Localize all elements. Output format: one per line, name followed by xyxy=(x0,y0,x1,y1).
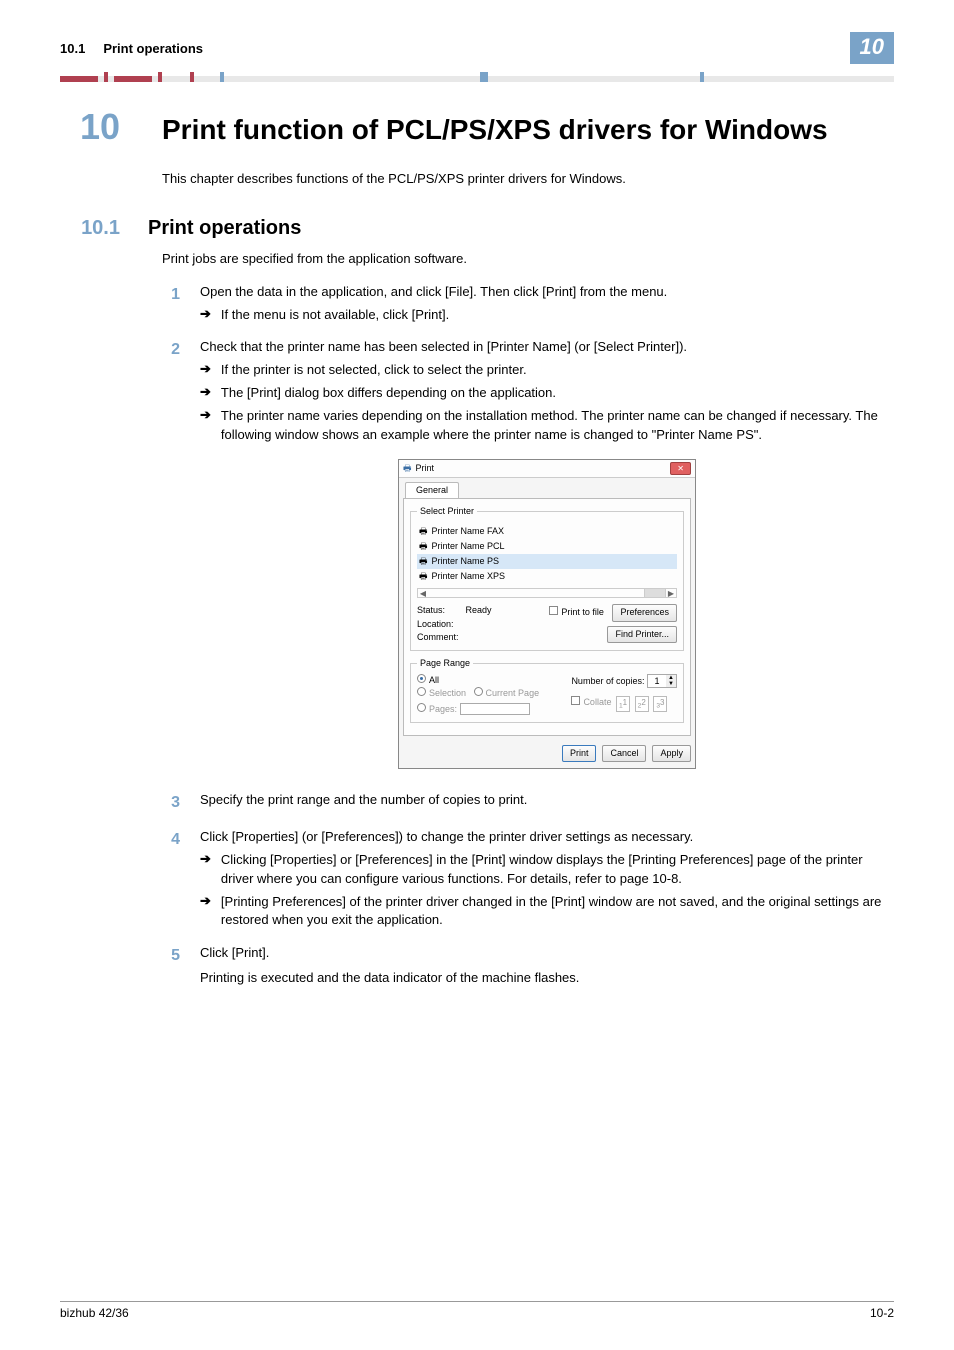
find-printer-button[interactable]: Find Printer... xyxy=(607,626,677,643)
page-range-legend: Page Range xyxy=(417,657,473,670)
dialog-title: Print xyxy=(416,462,435,475)
collate-label: Collate xyxy=(583,697,611,707)
collate-checkbox[interactable] xyxy=(571,696,580,705)
step-4-sub-1: Clicking [Properties] or [Preferences] i… xyxy=(221,851,894,889)
preferences-button[interactable]: Preferences xyxy=(612,604,677,621)
horizontal-scrollbar[interactable]: ◀ ▶ xyxy=(417,588,677,598)
select-printer-legend: Select Printer xyxy=(417,505,477,518)
tab-general[interactable]: General xyxy=(405,482,459,498)
collate-icon: 22 xyxy=(635,696,649,712)
arrow-icon: ➔ xyxy=(200,306,211,325)
printer-icon: 🖶 xyxy=(419,540,428,553)
apply-button[interactable]: Apply xyxy=(652,745,691,762)
list-item[interactable]: 🖶 Printer Name PCL xyxy=(417,539,677,554)
scroll-right-icon[interactable]: ▶ xyxy=(666,588,676,600)
radio-pages[interactable] xyxy=(417,703,426,712)
print-to-file-label: Print to file xyxy=(561,607,604,617)
radio-pages-label: Pages: xyxy=(429,704,457,714)
step-5-num: 5 xyxy=(162,944,180,967)
collate-icon: 11 xyxy=(616,696,630,712)
printer-icon: 🖶 xyxy=(419,570,428,583)
list-item-label: Printer Name PS xyxy=(432,555,500,568)
decorative-rule xyxy=(60,72,894,82)
section-intro: Print jobs are specified from the applic… xyxy=(162,250,894,269)
radio-selection-label: Selection xyxy=(429,688,466,698)
step-5-after: Printing is executed and the data indica… xyxy=(200,969,894,988)
copies-spinner[interactable]: 1 ▲▼ xyxy=(647,674,677,688)
radio-all-label: All xyxy=(429,675,439,685)
step-1-sub-1: If the menu is not available, click [Pri… xyxy=(221,306,449,325)
spinner-down-icon[interactable]: ▼ xyxy=(666,681,676,687)
printer-list[interactable]: 🖶 Printer Name FAX 🖶 Printer Name PCL 🖶 Pri… xyxy=(417,524,677,584)
step-2-text: Check that the printer name has been sel… xyxy=(200,338,894,357)
print-to-file-checkbox[interactable] xyxy=(549,606,558,615)
chapter-heading: 10 Print function of PCL/PS/XPS drivers … xyxy=(60,106,894,148)
chapter-number: 10 xyxy=(60,106,120,148)
footer-model: bizhub 42/36 xyxy=(60,1306,129,1320)
arrow-icon: ➔ xyxy=(200,384,211,403)
arrow-icon: ➔ xyxy=(200,851,211,889)
radio-current-page[interactable] xyxy=(474,687,483,696)
step-2-sub-2: The [Print] dialog box differs depending… xyxy=(221,384,556,403)
running-header: 10.1 Print operations xyxy=(60,41,203,56)
step-2-sub-3: The printer name varies depending on the… xyxy=(221,407,894,445)
step-4-num: 4 xyxy=(162,828,180,851)
copies-value: 1 xyxy=(648,675,666,687)
section-title: Print operations xyxy=(148,217,301,240)
section-number: 10.1 xyxy=(60,217,120,240)
step-2-num: 2 xyxy=(162,338,180,361)
step-4-sub-2: [Printing Preferences] of the printer dr… xyxy=(221,893,894,931)
step-5-text: Click [Print]. xyxy=(200,944,894,963)
location-label: Location: xyxy=(417,618,454,631)
cancel-button[interactable]: Cancel xyxy=(602,745,646,762)
list-item[interactable]: 🖶 Printer Name PS xyxy=(417,554,677,569)
step-1-text: Open the data in the application, and cl… xyxy=(200,283,894,302)
copies-label: Number of copies: xyxy=(571,676,644,686)
header-section-title: Print operations xyxy=(103,41,203,56)
step-3-text: Specify the print range and the number o… xyxy=(200,791,894,810)
status-label: Status: xyxy=(417,604,463,617)
arrow-icon: ➔ xyxy=(200,361,211,380)
list-item[interactable]: 🖶 Printer Name FAX xyxy=(417,524,677,539)
comment-label: Comment: xyxy=(417,631,459,644)
footer-page: 10-2 xyxy=(870,1306,894,1320)
printer-icon: 🖶 xyxy=(403,462,412,475)
radio-current-page-label: Current Page xyxy=(486,688,540,698)
step-4-text: Click [Properties] (or [Preferences]) to… xyxy=(200,828,894,847)
close-button[interactable]: ✕ xyxy=(670,462,691,476)
step-1-num: 1 xyxy=(162,283,180,306)
print-dialog: 🖶 Print ✕ General Select Printer xyxy=(398,459,696,769)
printer-icon: 🖶 xyxy=(419,555,428,568)
radio-all[interactable] xyxy=(417,674,426,683)
collate-icon: 33 xyxy=(653,696,667,712)
status-value: Ready xyxy=(466,605,492,615)
chapter-badge: 10 xyxy=(850,32,894,64)
list-item[interactable]: 🖶 Printer Name XPS xyxy=(417,569,677,584)
header-section-num: 10.1 xyxy=(60,41,85,56)
pages-input[interactable] xyxy=(460,703,530,715)
list-item-label: Printer Name FAX xyxy=(432,525,505,538)
arrow-icon: ➔ xyxy=(200,407,211,445)
step-2-sub-1: If the printer is not selected, click to… xyxy=(221,361,527,380)
scroll-left-icon[interactable]: ◀ xyxy=(418,588,428,600)
printer-icon: 🖶 xyxy=(419,525,428,538)
list-item-label: Printer Name PCL xyxy=(432,540,505,553)
arrow-icon: ➔ xyxy=(200,893,211,931)
list-item-label: Printer Name XPS xyxy=(432,570,506,583)
step-3-num: 3 xyxy=(162,791,180,814)
radio-selection[interactable] xyxy=(417,687,426,696)
print-button[interactable]: Print xyxy=(562,745,597,762)
chapter-intro: This chapter describes functions of the … xyxy=(162,170,894,189)
chapter-title: Print function of PCL/PS/XPS drivers for… xyxy=(162,114,828,146)
scroll-thumb[interactable] xyxy=(644,589,666,597)
